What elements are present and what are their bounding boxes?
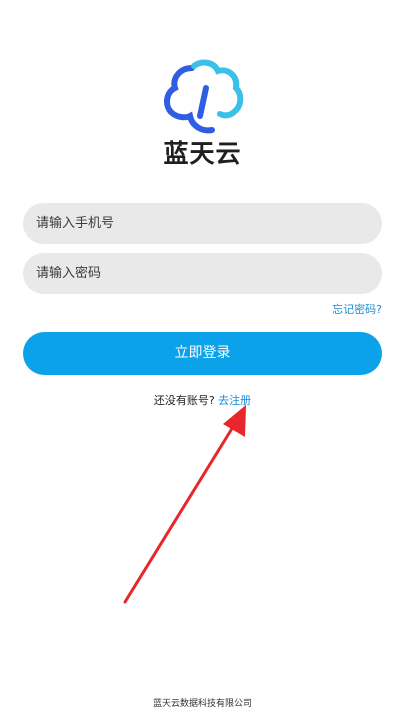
brand-name: 蓝天云 bbox=[163, 139, 242, 168]
cloud-t-logo-icon bbox=[164, 59, 244, 134]
login-button[interactable]: 立即登录 bbox=[23, 332, 382, 375]
register-row: 还没有账号? 去注册 bbox=[0, 393, 405, 409]
forgot-password-link[interactable]: 忘记密码? bbox=[332, 302, 382, 318]
password-input[interactable] bbox=[34, 265, 382, 282]
register-prompt: 还没有账号? bbox=[153, 394, 215, 407]
register-link[interactable]: 去注册 bbox=[218, 394, 251, 407]
password-field[interactable] bbox=[23, 253, 382, 294]
footer-company: 蓝天云数据科技有限公司 bbox=[152, 699, 252, 709]
phone-field[interactable] bbox=[23, 203, 382, 244]
phone-input[interactable] bbox=[34, 215, 382, 232]
